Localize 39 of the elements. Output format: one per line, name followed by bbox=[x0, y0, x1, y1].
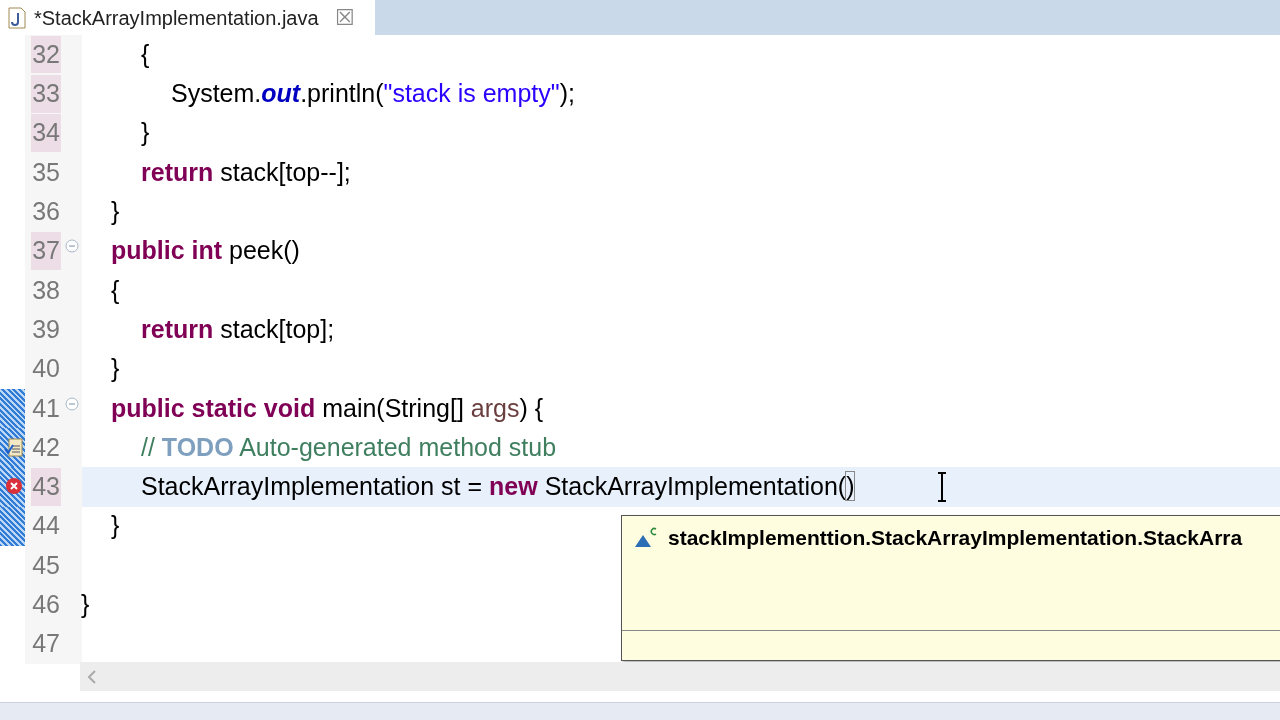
java-file-icon bbox=[8, 6, 26, 29]
line-number: 39 bbox=[31, 313, 61, 345]
line-number: 43 bbox=[31, 468, 61, 506]
line-number: 37 bbox=[31, 232, 61, 270]
code-text: } bbox=[140, 117, 150, 149]
editor-tab[interactable]: *StackArrayImplementation.java ☒ bbox=[0, 0, 375, 35]
line-number: 44 bbox=[31, 510, 61, 542]
code-text: } bbox=[110, 196, 120, 228]
code-text: } bbox=[110, 510, 120, 542]
line-number: 36 bbox=[31, 196, 61, 228]
line-number: 34 bbox=[31, 114, 61, 152]
line-number: 35 bbox=[31, 156, 61, 188]
line-number: 42 bbox=[31, 431, 61, 463]
code-text: return stack[top]; bbox=[140, 313, 335, 345]
code-text: } bbox=[110, 353, 120, 385]
code-text: { bbox=[140, 38, 150, 70]
scroll-left-icon[interactable] bbox=[86, 668, 98, 685]
code-text: public int peek() bbox=[110, 235, 300, 267]
code-text: public static void main(String[] args) { bbox=[110, 392, 544, 424]
line-number: 40 bbox=[31, 353, 61, 385]
line-number: 38 bbox=[31, 274, 61, 306]
code-text: { bbox=[110, 274, 120, 306]
line-number: 32 bbox=[31, 35, 61, 74]
code-text: } bbox=[81, 589, 90, 621]
text-cursor-icon bbox=[936, 471, 949, 502]
line-number: 45 bbox=[31, 549, 61, 581]
line-number: 33 bbox=[31, 75, 61, 113]
collapse-icon[interactable] bbox=[64, 239, 79, 254]
line-number: 41 bbox=[31, 392, 61, 424]
close-button[interactable]: ☒ bbox=[334, 1, 355, 34]
code-text: return stack[top--]; bbox=[140, 156, 351, 188]
code-text: // TODO Auto-generated method stub bbox=[140, 431, 557, 463]
line-number: 47 bbox=[31, 628, 61, 660]
code-text: System.out.println("stack is empty"); bbox=[170, 78, 575, 110]
line-number: 46 bbox=[31, 589, 61, 621]
code-text: StackArrayImplementation st = new StackArrayImplementation() bbox=[140, 471, 855, 503]
collapse-icon[interactable] bbox=[64, 396, 79, 411]
completion-item[interactable]: stackImplementtion.StackArrayImplementation.StackArra bbox=[622, 522, 1280, 554]
tab-title: *StackArrayImplementation.java bbox=[34, 5, 319, 31]
